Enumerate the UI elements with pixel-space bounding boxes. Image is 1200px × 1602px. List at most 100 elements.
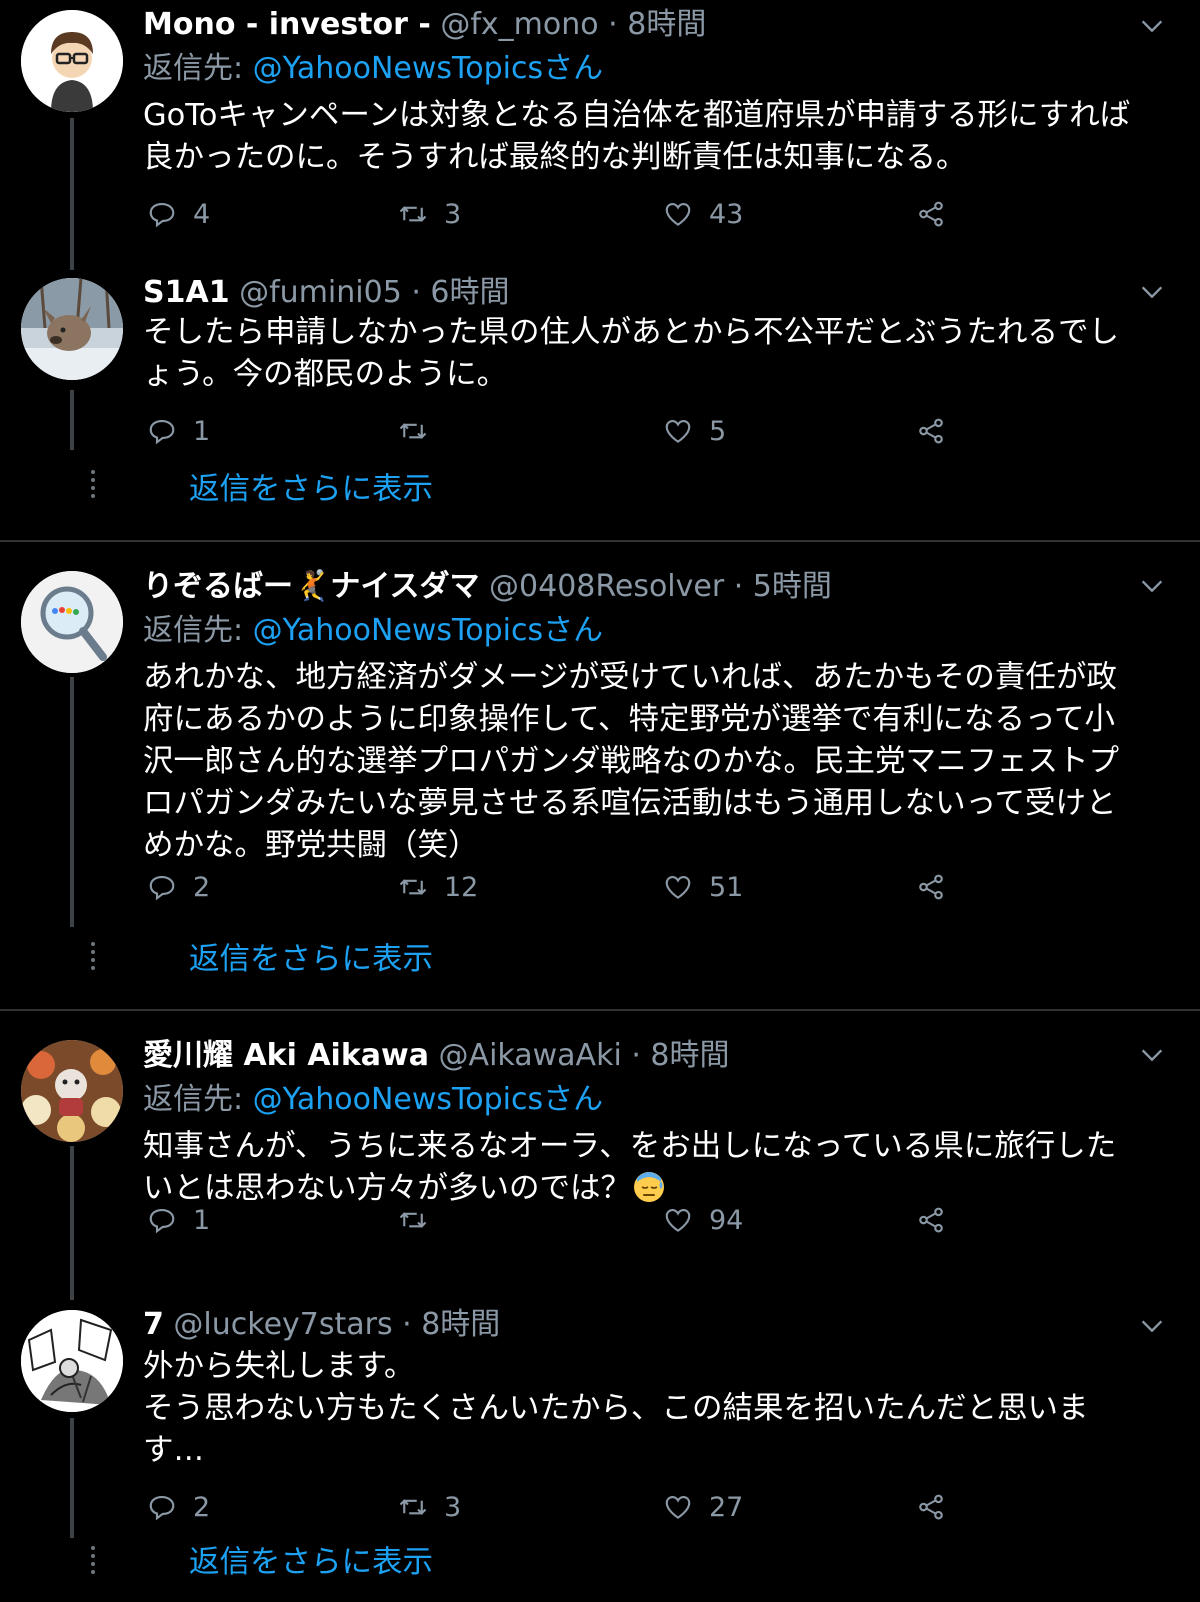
reply-icon (149, 875, 175, 901)
like-button[interactable]: 51 (663, 867, 743, 907)
separator: · (392, 1307, 422, 1342)
reply-icon (149, 419, 175, 445)
timestamp[interactable]: 8時間 (421, 1307, 500, 1342)
display-name[interactable]: Mono - investor - (143, 7, 431, 42)
handle[interactable]: @luckey7stars (173, 1307, 392, 1342)
separator: · (621, 1038, 651, 1073)
thread-dots (91, 942, 95, 974)
share-button[interactable] (916, 867, 962, 907)
reply-icon (149, 202, 175, 228)
mention-link[interactable]: @YahooNewsTopicsさん (253, 51, 603, 86)
tweet-text: 外から失礼します。 そう思わない方もたくさんいたから、この結果を招いたんだと思い… (143, 1349, 1089, 1468)
display-name[interactable]: S1A1 (143, 275, 230, 310)
timestamp[interactable]: 8時間 (627, 7, 706, 42)
tweet[interactable]: 愛川耀 Aki Aikawa @AikawaAki · 8時間 返信先: @Ya… (0, 1011, 1200, 1300)
display-name[interactable]: 7 (143, 1307, 164, 1342)
tweet-header: S1A1 @fumini05 · 6時間 (143, 273, 1140, 313)
tweet[interactable]: 7 @luckey7stars · 8時間 外から失礼します。 そう思わない方も… (0, 1300, 1200, 1602)
share-button[interactable] (916, 411, 962, 451)
mention-link[interactable]: @YahooNewsTopicsさん (253, 613, 603, 648)
handle[interactable]: @0408Resolver (489, 569, 724, 604)
share-icon (919, 1207, 943, 1233)
separator: · (724, 569, 753, 604)
action-bar: 2 3 27 (143, 1487, 963, 1527)
chevron-down-icon[interactable] (1138, 1041, 1166, 1069)
avatar[interactable] (21, 278, 123, 380)
thread-line (70, 390, 74, 450)
timestamp[interactable]: 5時間 (753, 569, 832, 604)
reply-to-label: 返信先: (143, 51, 253, 86)
chevron-down-icon[interactable] (1138, 572, 1166, 600)
reply-button[interactable]: 2 (147, 867, 210, 907)
chevron-down-icon[interactable] (1138, 12, 1166, 40)
show-more-replies-link[interactable]: 返信をさらに表示 (189, 470, 433, 510)
avatar[interactable] (21, 10, 123, 112)
like-count: 51 (709, 871, 744, 903)
avatar[interactable] (21, 1040, 123, 1142)
share-icon (919, 201, 943, 227)
timestamp[interactable]: 8時間 (650, 1038, 729, 1073)
reply-count: 2 (193, 871, 211, 903)
share-button[interactable] (916, 1487, 962, 1527)
reply-count: 4 (193, 198, 211, 230)
retweet-icon (399, 206, 427, 222)
sweat-face-emoji-icon (634, 1172, 664, 1202)
share-icon (919, 1494, 943, 1520)
retweet-button[interactable]: 3 (398, 1487, 461, 1527)
like-count: 94 (709, 1204, 744, 1236)
handle[interactable]: @AikawaAki (439, 1038, 622, 1073)
retweet-button[interactable]: 12 (398, 867, 478, 907)
display-name[interactable]: 愛川耀 Aki Aikawa (143, 1038, 429, 1073)
tweet-header: Mono - investor - @fx_mono · 8時間 (143, 5, 1140, 45)
avatar[interactable] (21, 571, 123, 673)
like-icon (665, 1495, 691, 1519)
thread-line (70, 677, 74, 927)
reply-count: 1 (193, 415, 211, 447)
display-name[interactable]: りぞるばー🤾ナイスダマ (143, 569, 479, 604)
mention-link[interactable]: @YahooNewsTopicsさん (253, 1082, 603, 1117)
reply-button[interactable]: 2 (147, 1487, 210, 1527)
like-button[interactable]: 94 (663, 1200, 743, 1240)
action-bar: 1 94 (143, 1200, 963, 1240)
avatar[interactable] (21, 1310, 123, 1412)
reply-icon (149, 1208, 175, 1234)
tweet[interactable]: Mono - investor - @fx_mono · 8時間 返信先: @Y… (0, 0, 1200, 270)
action-bar: 2 12 51 (143, 867, 963, 907)
tweet[interactable]: S1A1 @fumini05 · 6時間 そしたら申請しなかった県の住人があとか… (0, 270, 1200, 540)
handle[interactable]: @fx_mono (440, 7, 598, 42)
like-icon (665, 419, 691, 443)
reply-to: 返信先: @YahooNewsTopicsさん (143, 611, 603, 651)
like-button[interactable]: 27 (663, 1487, 743, 1527)
retweet-icon (399, 423, 427, 439)
reply-to: 返信先: @YahooNewsTopicsさん (143, 49, 603, 89)
tweet[interactable]: りぞるばー🤾ナイスダマ @0408Resolver · 5時間 返信先: @Ya… (0, 542, 1200, 1008)
like-button[interactable]: 43 (663, 194, 743, 234)
reply-to-label: 返信先: (143, 613, 253, 648)
like-icon (665, 875, 691, 899)
share-button[interactable] (916, 1200, 962, 1240)
tweet-text: GoToキャンペーンは対象となる自治体を都道府県が申請する形にすれば良かったのに… (143, 98, 1131, 175)
thread-dots (91, 470, 95, 502)
action-bar: 1 5 (143, 411, 963, 451)
reply-button[interactable]: 4 (147, 194, 210, 234)
timestamp[interactable]: 6時間 (430, 275, 509, 310)
share-button[interactable] (916, 194, 962, 234)
handle[interactable]: @fumini05 (239, 275, 402, 310)
tweet-text: あれかな、地方経済がダメージが受けていれば、あたかもその責任が政府にあるかのよう… (143, 660, 1119, 863)
chevron-down-icon[interactable] (1138, 1312, 1166, 1340)
separator: · (401, 275, 431, 310)
retweet-button[interactable]: 3 (398, 194, 461, 234)
reply-to: 返信先: @YahooNewsTopicsさん (143, 1080, 603, 1120)
reply-button[interactable]: 1 (147, 1200, 210, 1240)
show-more-replies-link[interactable]: 返信をさらに表示 (189, 1543, 433, 1583)
like-icon (665, 202, 691, 226)
tweet-header: りぞるばー🤾ナイスダマ @0408Resolver · 5時間 (143, 567, 1140, 607)
retweet-button[interactable] (398, 411, 444, 451)
reply-button[interactable]: 1 (147, 411, 210, 451)
chevron-down-icon[interactable] (1138, 278, 1166, 306)
like-icon (665, 1208, 691, 1232)
tweet-text: 知事さんが、うちに来るなオーラ、をお出しになっている県に旅行したいとは思わない方… (143, 1129, 1117, 1206)
show-more-replies-link[interactable]: 返信をさらに表示 (189, 940, 433, 980)
retweet-button[interactable] (398, 1200, 444, 1240)
like-button[interactable]: 5 (663, 411, 726, 451)
